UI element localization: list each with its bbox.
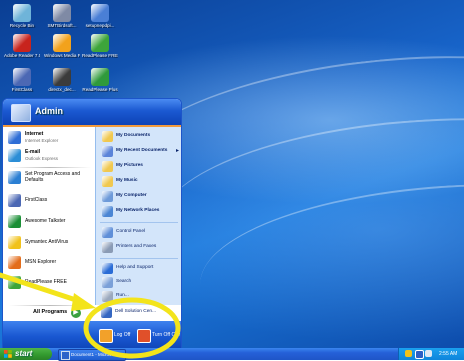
taskbar: start Document1 - Microsof... 2:55 AM [0, 348, 464, 361]
search-icon [102, 277, 113, 288]
arrow-right-icon: ▶ [71, 308, 81, 318]
search-item[interactable]: Search [100, 276, 180, 290]
word-icon [61, 351, 70, 360]
taskbar-item-word[interactable]: Document1 - Microsof... [58, 349, 126, 361]
start-menu-programs: Internet Internet Explorer E-mail Outloo… [3, 127, 95, 305]
readplease-plus-icon [91, 68, 109, 86]
volume-tray-icon[interactable] [425, 350, 432, 357]
help-icon [102, 263, 113, 274]
outlook-express-icon [8, 149, 21, 162]
desktop: Recycle Bin SMTBirdsoft... setupnepdpi..… [0, 0, 464, 360]
firstclass-icon [8, 194, 21, 207]
start-menu-header: Admin [3, 99, 181, 127]
antivirus-tray-icon[interactable] [405, 350, 412, 357]
dell-solution-center[interactable]: Dell Solution Cen... [99, 306, 179, 320]
my-music-icon [102, 176, 113, 187]
readplease-icon [8, 276, 21, 289]
readplease-icon [91, 34, 109, 52]
recent-documents-icon [102, 146, 113, 157]
application-icon [53, 4, 71, 22]
antivirus-icon [8, 236, 21, 249]
recent-readplease[interactable]: ReadPlease FREE [6, 275, 94, 291]
run-item[interactable]: Run... [100, 290, 180, 304]
talkster-icon [8, 215, 21, 228]
my-pictures-icon [102, 161, 113, 172]
pinned-internet[interactable]: Internet Internet Explorer [6, 130, 94, 146]
place-my-documents[interactable]: My Documents [100, 130, 180, 144]
desktop-icon-firstclass[interactable]: FirstClass [4, 68, 40, 92]
system-tray: 2:55 AM [398, 348, 464, 360]
my-documents-icon [102, 131, 113, 142]
separator [9, 167, 91, 168]
firstclass-icon [13, 68, 31, 86]
start-menu-footer: Log Off Turn Off Computer [3, 321, 181, 349]
my-computer-icon [102, 191, 113, 202]
submenu-arrow-icon: ▸ [176, 148, 180, 154]
windows-flag-icon [4, 350, 12, 358]
place-my-computer[interactable]: My Computer [100, 190, 180, 204]
setup-icon [91, 4, 109, 22]
turn-off-computer-button[interactable]: Turn Off Computer [137, 327, 181, 343]
control-panel-icon [102, 227, 113, 238]
log-off-icon [99, 329, 113, 343]
system-control-panel[interactable]: Control Panel [100, 226, 180, 240]
desktop-icon-readplease-plus[interactable]: ReadPlease Plus [82, 68, 118, 92]
dell-icon [101, 307, 112, 318]
log-off-button[interactable]: Log Off [99, 327, 135, 343]
recent-awesome-talkster[interactable]: Awesome Talkster [6, 214, 94, 230]
printers-icon [102, 242, 113, 253]
internet-explorer-icon [8, 131, 21, 144]
place-my-network-places[interactable]: My Network Places [100, 205, 180, 219]
separator [100, 222, 178, 223]
network-places-icon [102, 206, 113, 217]
media-player-icon [53, 34, 71, 52]
recent-firstclass[interactable]: FirstClass [6, 193, 94, 209]
power-icon [137, 329, 151, 343]
user-avatar[interactable] [11, 104, 31, 122]
desktop-icon-media-player[interactable]: Windows Media Player [44, 34, 80, 58]
system-printers-and-faxes[interactable]: Printers and Faxes [100, 241, 180, 255]
pinned-email[interactable]: E-mail Outlook Express [6, 148, 94, 164]
network-tray-icon[interactable] [415, 350, 424, 359]
program-access-icon [8, 171, 21, 184]
recent-symantec-antivirus[interactable]: Symantec AntiVirus [6, 235, 94, 251]
clock: 2:55 AM [439, 351, 458, 357]
place-my-music[interactable]: My Music [100, 175, 180, 189]
desktop-icon-setup[interactable]: setupnepdpi... [82, 4, 118, 28]
desktop-icon-adobe-reader[interactable]: Adobe Reader 7.0 [4, 34, 40, 58]
all-programs-button[interactable]: All Programs ▶ [3, 305, 95, 321]
place-my-pictures[interactable]: My Pictures [100, 160, 180, 174]
start-menu-places: My Documents My Recent Documents ▸ My Pi… [95, 127, 181, 305]
help-and-support[interactable]: Help and Support [100, 262, 180, 276]
recycle-bin-icon [13, 4, 31, 22]
recent-msn-explorer[interactable]: MSN Explorer [6, 255, 94, 271]
run-icon [102, 291, 113, 302]
recent-program-access[interactable]: Set Program Access and Defaults [6, 170, 94, 190]
separator [9, 305, 91, 306]
desktop-icon-smtbirdsoft[interactable]: SMTBirdsoft... [44, 4, 80, 28]
msn-explorer-icon [8, 256, 21, 269]
desktop-icon-recycle-bin[interactable]: Recycle Bin [4, 4, 40, 28]
directx-icon [53, 68, 71, 86]
desktop-icon-readplease[interactable]: ReadPlease FREE [82, 34, 118, 58]
desktop-icon-directx[interactable]: directx_dec... [44, 68, 80, 92]
separator [100, 258, 178, 259]
start-button[interactable]: start [0, 348, 52, 360]
adobe-reader-icon [13, 34, 31, 52]
start-menu: Admin Internet Internet Explorer E-mail … [2, 98, 182, 350]
user-name: Admin [35, 106, 63, 116]
place-my-recent-documents[interactable]: My Recent Documents ▸ [100, 145, 180, 159]
